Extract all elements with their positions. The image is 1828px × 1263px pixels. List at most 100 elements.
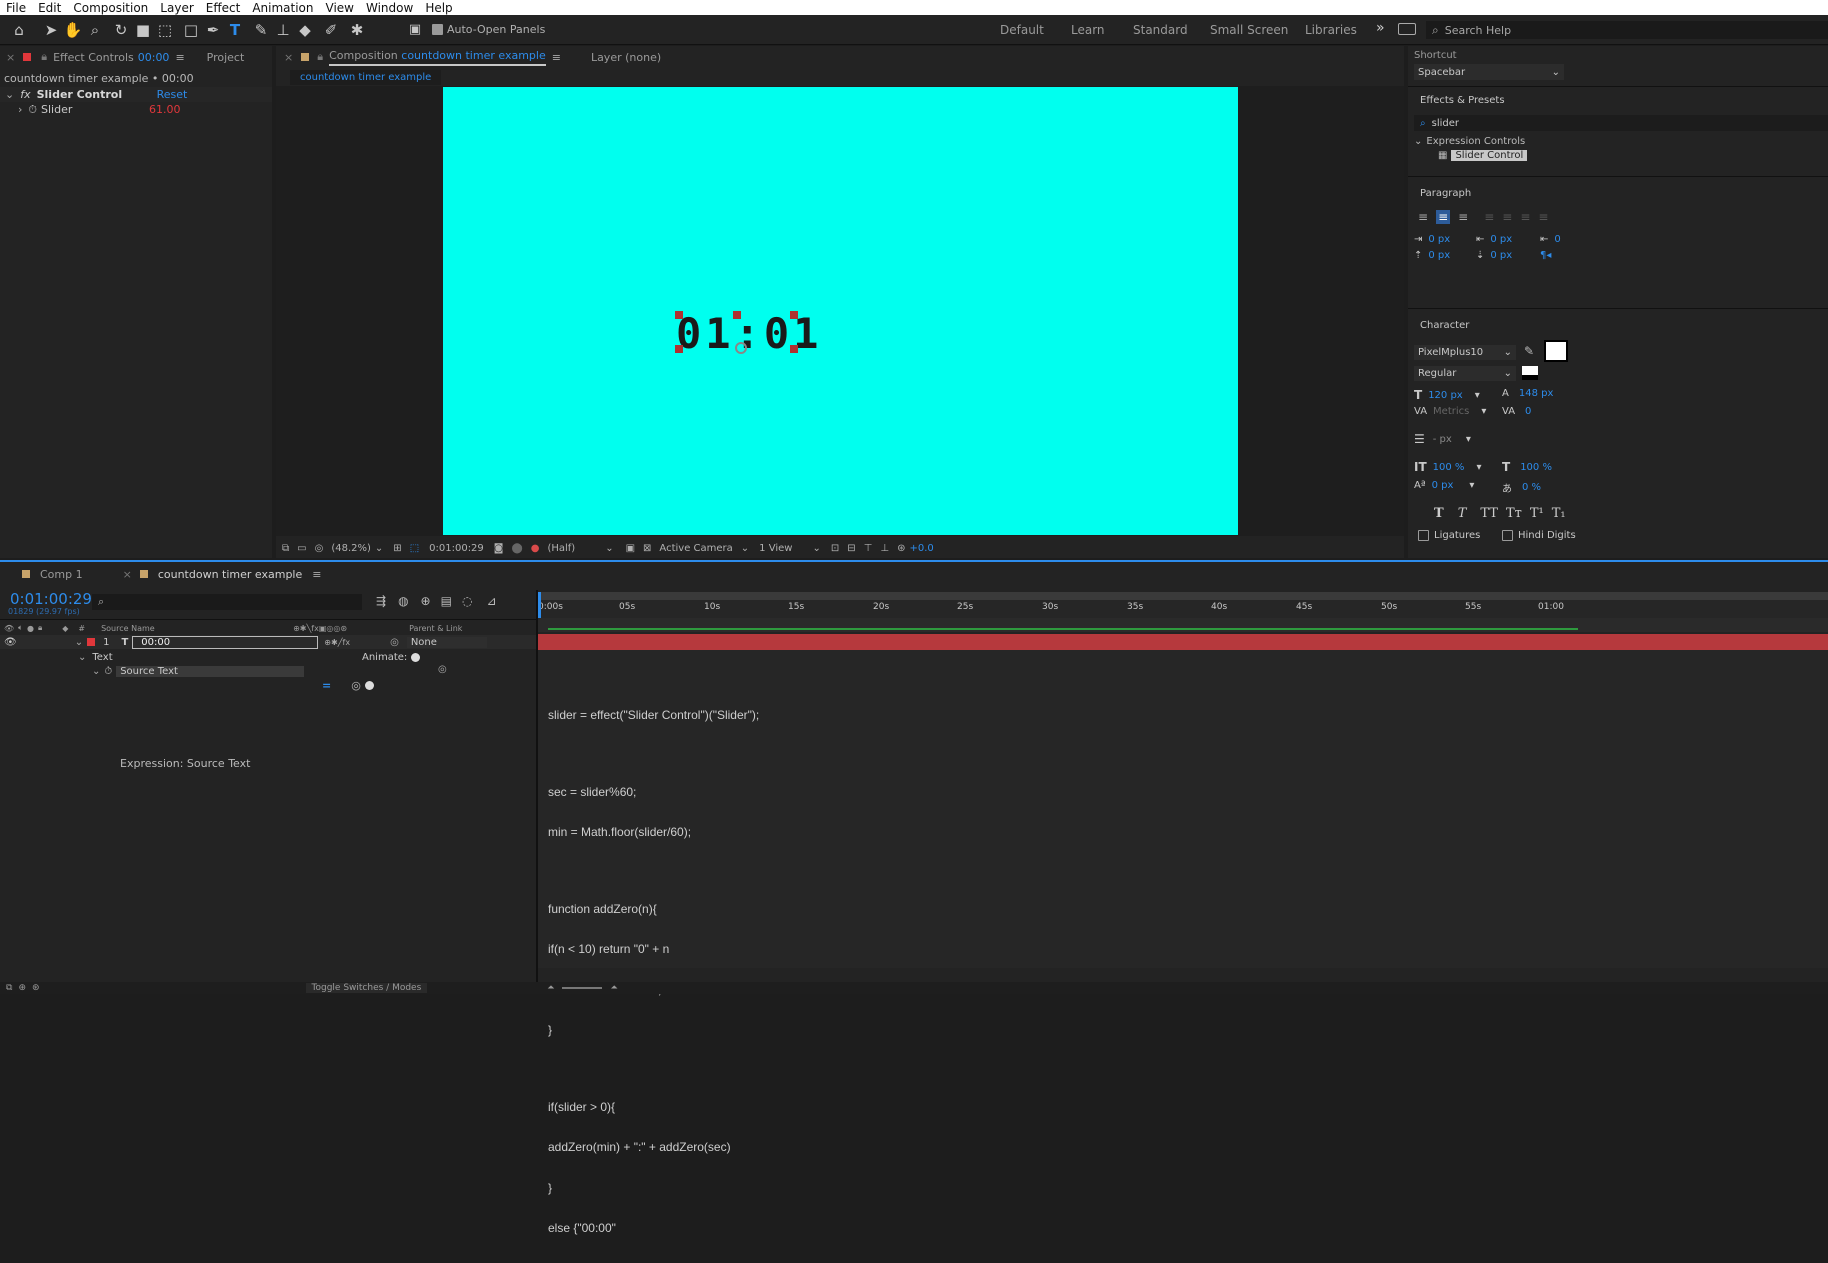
fast-previews-icon[interactable]: ▣ (626, 543, 635, 554)
font-size-value[interactable]: 120 px (1428, 390, 1463, 401)
current-time[interactable]: 0:01:00:29 (429, 543, 484, 554)
zoom-level[interactable]: (48.2%) (331, 543, 371, 554)
reset-exposure-icon[interactable]: ⊛ (897, 543, 905, 554)
graph-icon[interactable]: ◎ (351, 679, 361, 692)
toggle-pixel-aspect-icon[interactable]: ⊡ (831, 543, 839, 554)
tab-composition[interactable]: Composition countdown timer example (329, 49, 546, 66)
expression-language-menu-icon[interactable] (364, 680, 374, 690)
tab-comp-1[interactable]: Comp 1 (40, 568, 83, 581)
align-right-icon[interactable]: ≡ (1458, 210, 1468, 224)
layer-switches-icons[interactable]: ⊕✱╱fx (324, 638, 350, 647)
animate-menu[interactable]: Animate: (362, 650, 421, 664)
tab-layer[interactable]: Layer (none) (591, 51, 661, 64)
anchor-point-icon[interactable] (735, 342, 747, 354)
timer-text[interactable]: 01:01 (676, 309, 822, 358)
frame-blending-icon[interactable]: ▤ (441, 594, 452, 608)
workspace-learn[interactable]: Learn (1071, 23, 1105, 37)
slider-control-preset[interactable]: ▦ Slider Control (1438, 150, 1528, 161)
snapshot-icon[interactable]: ◙ (494, 543, 504, 554)
camera-select[interactable]: Active Camera (659, 543, 732, 554)
shortcut-select[interactable]: Spacebar ⌄ (1414, 64, 1564, 80)
zoom-tool-icon[interactable]: ⌕ (84, 19, 106, 41)
region-of-interest-icon[interactable]: ⬚ (410, 543, 419, 554)
space-before-value[interactable]: 0 px (1428, 250, 1450, 261)
chevron-down-icon[interactable]: ⌄ (92, 666, 100, 677)
chevron-right-icon[interactable]: › (18, 103, 22, 116)
align-left-icon[interactable]: ≡ (1418, 210, 1428, 224)
resolution-select[interactable]: (Half) (547, 543, 575, 554)
layer-duration-bar[interactable] (538, 634, 1828, 650)
search-help[interactable]: ⌕ Search Help (1426, 21, 1828, 39)
baseline-shift-value[interactable]: 0 px (1432, 480, 1454, 491)
roto-brush-tool-icon[interactable]: ✐ (320, 19, 342, 41)
3d-view-icon[interactable]: ⊟ (847, 543, 855, 554)
motion-blur-icon[interactable]: ◌ (462, 594, 472, 608)
time-ruler[interactable]: 0:00s 05s 10s 15s 20s 25s 30s 35s 40s 45… (538, 600, 1828, 618)
justify-all-icon[interactable]: ≡ (1538, 210, 1548, 224)
menu-file[interactable]: File (0, 1, 32, 15)
parent-select[interactable]: None (406, 636, 487, 648)
menu-edit[interactable]: Edit (32, 1, 67, 15)
expression-enable-icon[interactable]: = (322, 679, 331, 692)
superscript-icon[interactable]: T¹ (1530, 506, 1544, 521)
align-center-icon[interactable]: ≡ (1436, 210, 1451, 224)
ligatures-option[interactable]: Ligatures (1418, 530, 1480, 541)
justify-right-icon[interactable]: ≡ (1520, 210, 1530, 224)
close-tab-icon[interactable]: × (123, 568, 132, 581)
flowchart-icon[interactable]: ⊥ (880, 543, 889, 554)
show-snapshot-icon[interactable]: ⬤ (512, 543, 523, 554)
workspaces-more-icon[interactable]: » (1376, 20, 1385, 36)
pick-whip-icon[interactable]: ◎ (390, 637, 399, 648)
text-group-row[interactable]: ⌄ Text (78, 650, 113, 664)
text-direction-icon[interactable]: ¶◂ (1540, 250, 1551, 261)
indent-first-value[interactable]: 0 px (1490, 234, 1512, 245)
panels-icon[interactable]: ▣ (404, 19, 426, 41)
stopwatch-icon[interactable]: ⏱ (28, 103, 37, 117)
workspace-libraries[interactable]: Libraries (1305, 23, 1357, 37)
hand-tool-icon[interactable]: ✋ (62, 19, 84, 41)
home-icon[interactable]: ⌂ (8, 19, 30, 41)
tsume-value[interactable]: 0 % (1522, 482, 1541, 493)
expression-code[interactable]: slider = effect("Slider Control")("Slide… (548, 682, 759, 1263)
color-channels-icon[interactable]: ● (531, 543, 540, 554)
lock-icon[interactable]: 🔒︎ (317, 50, 323, 64)
label-column-icon[interactable]: ◆ (62, 624, 68, 633)
text-handle-tl[interactable] (675, 311, 683, 319)
comp-subtab[interactable]: countdown timer example (290, 69, 442, 85)
zoom-slider[interactable] (562, 987, 603, 989)
hindi-digits-checkbox[interactable] (1502, 530, 1513, 541)
menu-view[interactable]: View (320, 1, 360, 15)
parent-link-header[interactable]: Parent & Link (409, 624, 462, 633)
animate-add-icon[interactable] (411, 652, 421, 662)
eraser-tool-icon[interactable]: ◆ (294, 19, 316, 41)
effect-slider-control-row[interactable]: ⌄ fx Slider Control Reset (0, 87, 272, 102)
type-tool-icon[interactable]: T (224, 19, 246, 41)
slider-property-row[interactable]: › ⏱ Slider 61.00 (0, 102, 272, 117)
shy-layers-icon[interactable]: ⊕ (421, 594, 431, 608)
indent-right-value[interactable]: 0 (1554, 234, 1560, 245)
workspace-small-screen[interactable]: Small Screen (1210, 23, 1288, 37)
lock-icon[interactable]: 🔒︎ (41, 50, 47, 64)
stopwatch-icon[interactable]: ⏱ (104, 666, 112, 677)
views-select[interactable]: 1 View (759, 543, 792, 554)
stroke-swap-icon[interactable] (1522, 366, 1538, 380)
expression-controls-folder[interactable]: ⌄ Expression Controls (1414, 136, 1525, 147)
text-handle-top[interactable] (733, 311, 741, 319)
fill-color-swatch[interactable] (1544, 340, 1568, 362)
fx-icon[interactable]: fx (20, 88, 30, 101)
text-handle-tr[interactable] (790, 311, 798, 319)
timeline-icon[interactable]: ⊤ (864, 543, 873, 554)
auto-open-panels[interactable]: Auto-Open Panels (432, 23, 545, 36)
kerning-value[interactable]: Metrics (1433, 406, 1469, 417)
slider-value[interactable]: 61.00 (149, 103, 181, 116)
tab-countdown-timer[interactable]: countdown timer example (158, 568, 302, 581)
layer-row[interactable]: 👁︎ ⌄ 1 T 00:00 ⊕✱╱fx ◎ None (0, 635, 536, 649)
effects-search-input[interactable]: ⌕ slider (1414, 115, 1828, 131)
selection-tool-icon[interactable]: ➤ (40, 19, 62, 41)
eye-icon[interactable]: 👁︎ (4, 637, 17, 648)
ligatures-checkbox[interactable] (1418, 530, 1429, 541)
chevron-down-icon[interactable]: ⌄ (78, 652, 86, 663)
justify-center-icon[interactable]: ≡ (1502, 210, 1512, 224)
work-area-bar[interactable] (538, 592, 1828, 600)
font-select[interactable]: PixelMplus10 ⌄ (1414, 345, 1516, 360)
